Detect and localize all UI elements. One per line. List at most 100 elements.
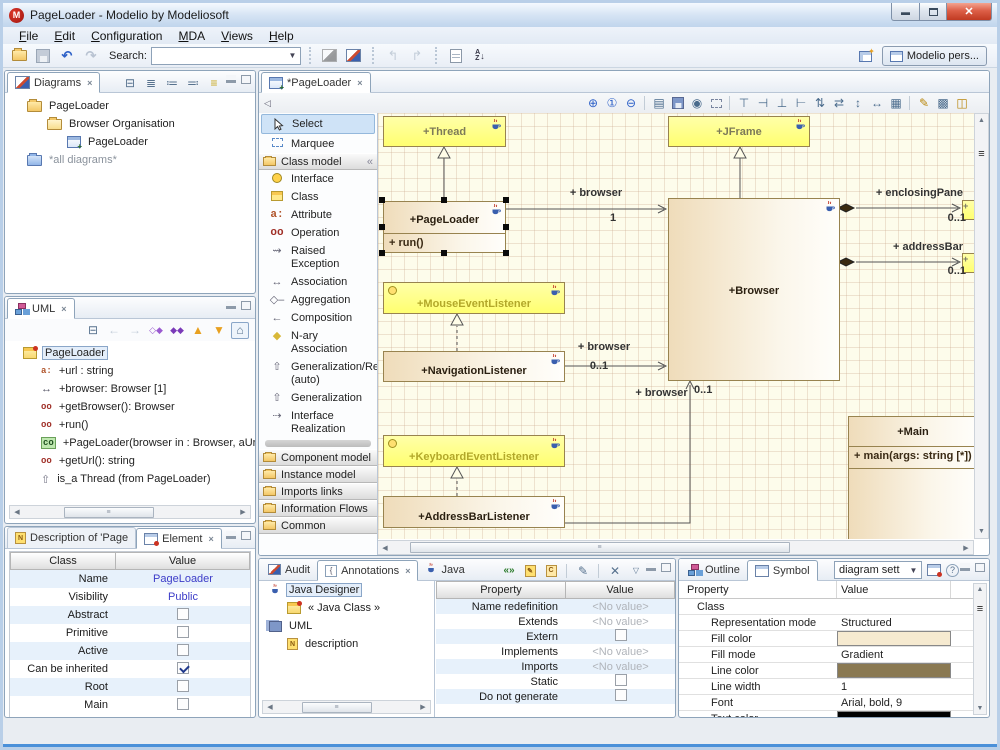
- symbol-row-fill-color[interactable]: Fill color: [679, 631, 973, 647]
- super-class-icon[interactable]: ◇◆: [147, 322, 165, 339]
- static-checkbox[interactable]: [615, 674, 627, 686]
- symbol-row-line-color[interactable]: Line color: [679, 663, 973, 679]
- root-checkbox[interactable]: [177, 680, 189, 692]
- diagram-image-button[interactable]: [344, 46, 364, 65]
- menu-views[interactable]: Views: [213, 28, 261, 44]
- snapshot-icon[interactable]: ◉: [688, 95, 706, 112]
- palette-scroll-grip[interactable]: [265, 440, 371, 447]
- symbol-row-line-width[interactable]: Line width1: [679, 679, 973, 695]
- property-row-can-be-inherited[interactable]: Can be inherited: [10, 660, 250, 678]
- minimize-panel-icon[interactable]: [960, 563, 970, 571]
- save-image-icon[interactable]: [669, 95, 687, 112]
- view-menu-icon[interactable]: ▽: [627, 562, 645, 579]
- zoom-reset-icon[interactable]: ①: [603, 95, 621, 112]
- back-icon[interactable]: ←: [105, 322, 123, 339]
- save-button[interactable]: [33, 46, 53, 65]
- uml-item-operation[interactable]: oo+run(): [5, 416, 255, 434]
- grid-icon[interactable]: ▦: [887, 95, 905, 112]
- column-header-property[interactable]: Property: [679, 581, 837, 598]
- multiplicity-label[interactable]: 0..1: [694, 384, 712, 396]
- new-project-button[interactable]: [9, 46, 29, 65]
- tab-element[interactable]: Element ×: [136, 528, 222, 549]
- role-label-addressbar[interactable]: + addressBar: [878, 241, 963, 253]
- do-not-generate-checkbox[interactable]: [615, 689, 627, 701]
- role-label-browser[interactable]: + browser: [634, 387, 689, 399]
- tree-item-all-diagrams[interactable]: *all diagrams*: [5, 151, 255, 169]
- tab-close-icon[interactable]: ×: [87, 78, 92, 88]
- sort-button[interactable]: AZ↓: [470, 46, 490, 65]
- align-top-icon[interactable]: ⊤: [735, 95, 753, 112]
- class-pageloader[interactable]: +PageLoader + run(): [383, 201, 506, 253]
- palette-section-common[interactable]: Common: [259, 517, 377, 534]
- palette-item-generalization[interactable]: ⇧Generalization: [259, 389, 377, 407]
- close-button[interactable]: ✕: [947, 3, 992, 21]
- symbol-row-text-color[interactable]: Text color: [679, 711, 973, 717]
- multiplicity-label[interactable]: 0..1: [936, 212, 966, 224]
- sub-class-icon[interactable]: ◆◆: [168, 322, 186, 339]
- collapse-all-icon[interactable]: ⊟: [84, 322, 102, 339]
- maximize-button[interactable]: [920, 3, 947, 21]
- selection-handle[interactable]: [379, 197, 385, 203]
- canvas-vscrollbar[interactable]: ▲ ≡ ▼: [974, 113, 989, 539]
- minimize-button[interactable]: ▬: [891, 3, 920, 21]
- tab-diagrams[interactable]: Diagrams ×: [7, 72, 100, 93]
- property-row-name-redefinition[interactable]: Name redefinition<No value>: [436, 599, 675, 614]
- property-row-implements[interactable]: Implements<No value>: [436, 644, 675, 659]
- selection-handle[interactable]: [379, 224, 385, 230]
- palette-item-interface-realization[interactable]: ⇢Interface Realization: [259, 407, 377, 438]
- role-label-browser[interactable]: + browser: [574, 341, 634, 353]
- report-button[interactable]: [446, 46, 466, 65]
- palette-section-instance-model[interactable]: Instance model: [259, 466, 377, 483]
- palette-item-nary-association[interactable]: ◆N-ary Association: [259, 327, 377, 358]
- column-header-value[interactable]: Value: [566, 581, 675, 599]
- symbol-row-fill-mode[interactable]: Fill modeGradient: [679, 647, 973, 663]
- add-constraint-icon[interactable]: C: [542, 562, 560, 579]
- nav-up-right-button[interactable]: ↱: [407, 46, 427, 65]
- property-row-extern[interactable]: Extern: [436, 629, 675, 644]
- interface-mouseeventlistener[interactable]: +MouseEventListener: [383, 282, 565, 314]
- symbol-row-font[interactable]: FontArial, bold, 9: [679, 695, 973, 711]
- selection-handle[interactable]: [441, 197, 447, 203]
- maximize-panel-icon[interactable]: [241, 75, 251, 84]
- tree-item-java-designer[interactable]: Java Designer: [259, 581, 434, 599]
- search-input[interactable]: ▼: [151, 47, 301, 65]
- selection-handle[interactable]: [503, 224, 509, 230]
- tab-close-icon[interactable]: ×: [61, 304, 66, 314]
- minimize-panel-icon[interactable]: [646, 563, 656, 571]
- column-header-property[interactable]: Property: [436, 581, 566, 599]
- same-width-icon[interactable]: ↔: [868, 95, 886, 112]
- tree-item-uml[interactable]: UML: [259, 617, 434, 635]
- column-header-value[interactable]: Value: [837, 581, 951, 598]
- move-up-icon[interactable]: ▲: [189, 322, 207, 339]
- palette-section-class-model[interactable]: Class model «: [259, 153, 377, 170]
- minimize-panel-icon[interactable]: [226, 301, 236, 309]
- align-right-icon[interactable]: ⊢: [792, 95, 810, 112]
- palette-item-attribute[interactable]: a:Attribute: [259, 206, 377, 224]
- menu-edit[interactable]: Edit: [46, 28, 83, 44]
- property-row-primitive[interactable]: Primitive: [10, 624, 250, 642]
- snap-grid-icon[interactable]: ▩: [934, 95, 952, 112]
- can-be-inherited-checkbox[interactable]: [177, 662, 189, 674]
- undo-button[interactable]: ↶: [57, 46, 77, 65]
- multiplicity-label[interactable]: 0..1: [936, 265, 966, 277]
- move-down-icon[interactable]: ▼: [210, 322, 228, 339]
- zoom-in-icon[interactable]: ⊕: [584, 95, 602, 112]
- table-settings-icon[interactable]: [925, 562, 943, 579]
- home-icon[interactable]: ⌂: [231, 322, 249, 339]
- property-row-extends[interactable]: Extends<No value>: [436, 614, 675, 629]
- align-bottom-icon[interactable]: ⊥: [773, 95, 791, 112]
- menu-configuration[interactable]: Configuration: [83, 28, 170, 44]
- perspective-button[interactable]: Modelio pers...: [882, 46, 987, 66]
- tab-uml[interactable]: UML ×: [7, 298, 75, 319]
- palette-section-component-model[interactable]: Component model: [259, 449, 377, 466]
- tab-audit[interactable]: Audit: [261, 559, 317, 580]
- maximize-panel-icon[interactable]: [661, 563, 671, 572]
- uml-item-operation[interactable]: oo+getBrowser(): Browser: [5, 398, 255, 416]
- primitive-checkbox[interactable]: [177, 626, 189, 638]
- collapse-all-icon[interactable]: ⊟: [121, 74, 139, 91]
- tree-item-pageloader-diagram[interactable]: PageLoader: [5, 133, 255, 151]
- main-checkbox[interactable]: [177, 698, 189, 710]
- class-addressbarlistener[interactable]: +AddressBarListener: [383, 496, 565, 528]
- tree-sort-icon[interactable]: ≔: [163, 74, 181, 91]
- tree-item-pageloader-root[interactable]: PageLoader: [5, 97, 255, 115]
